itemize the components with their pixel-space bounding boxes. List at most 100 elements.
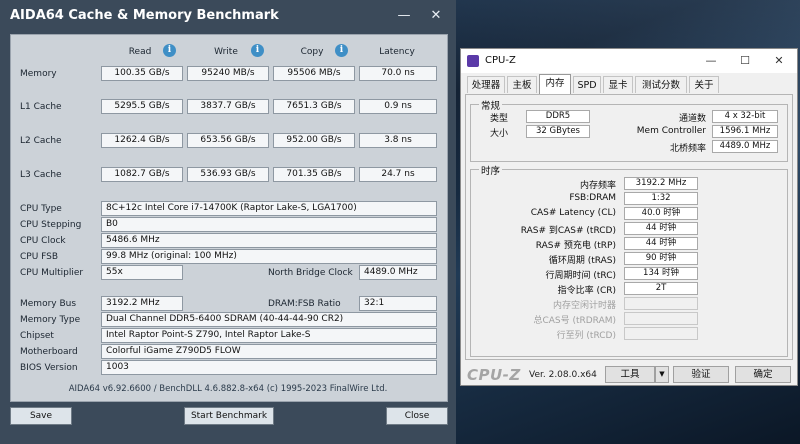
ok-button[interactable]: 确定 xyxy=(735,366,791,383)
mem-controller-value: 1596.1 MHz xyxy=(712,125,778,138)
column-header-read: Read xyxy=(128,47,152,57)
row-to-column-value xyxy=(624,327,698,340)
mem-type-value: DDR5 xyxy=(526,110,590,123)
cpuz-app-icon xyxy=(467,55,479,67)
memory-latency-value: 70.0 ns xyxy=(359,66,437,81)
row-label-l1-cache: L1 Cache xyxy=(20,102,62,112)
window-title: AIDA64 Cache & Memory Benchmark xyxy=(10,8,279,23)
cpuz-minimize-button[interactable]: — xyxy=(699,52,723,70)
tools-dropdown-arrow[interactable]: ▼ xyxy=(655,366,669,383)
start-benchmark-button[interactable]: Start Benchmark xyxy=(184,407,274,425)
motherboard-value: Colorful iGame Z790D5 FLOW xyxy=(101,344,437,359)
cpuz-close-button[interactable]: ✕ xyxy=(767,52,791,70)
dram-idle-timer-value xyxy=(624,297,698,310)
dram-idle-timer-label: 内存空闲计时器 xyxy=(552,301,616,311)
memory-bus-label: Memory Bus xyxy=(20,299,77,309)
memory-bus-value: 3192.2 MHz xyxy=(101,296,183,311)
tras-value: 90 时钟 xyxy=(624,252,698,265)
cpuz-titlebar[interactable]: CPU-Z — ☐ ✕ xyxy=(461,49,797,73)
l1-latency-value: 0.9 ns xyxy=(359,99,437,114)
column-header-copy: Copy xyxy=(300,47,324,57)
fsb-dram-label: FSB:DRAM xyxy=(569,193,616,203)
l2-write-value: 653.56 GB/s xyxy=(187,133,269,148)
trp-value: 44 时钟 xyxy=(624,237,698,250)
cas-latency-value: 40.0 时钟 xyxy=(624,207,698,220)
tab-about[interactable]: 关于 xyxy=(689,76,719,93)
l3-write-value: 536.93 GB/s xyxy=(187,167,269,182)
aida64-titlebar[interactable]: AIDA64 Cache & Memory Benchmark — ✕ xyxy=(0,0,456,34)
north-bridge-clock-value: 4489.0 MHz xyxy=(359,265,437,280)
cpuz-maximize-button[interactable]: ☐ xyxy=(733,52,757,70)
northbridge-freq-label: 北桥频率 xyxy=(669,144,706,154)
trcd-value: 44 时钟 xyxy=(624,222,698,235)
copyright-footer: AIDA64 v6.92.6600 / BenchDLL 4.6.882.8-x… xyxy=(68,384,388,394)
l2-latency-value: 3.8 ns xyxy=(359,133,437,148)
bios-version-value: 1003 xyxy=(101,360,437,375)
total-cas-label: 总CAS号 (tRDRAM) xyxy=(533,316,616,326)
cpu-multiplier-label: CPU Multiplier xyxy=(20,268,84,278)
northbridge-freq-value: 4489.0 MHz xyxy=(712,140,778,153)
tab-mainboard[interactable]: 主板 xyxy=(507,76,537,93)
dram-frequency-label: 内存频率 xyxy=(579,181,616,191)
cpu-type-label: CPU Type xyxy=(20,204,62,214)
cpuz-brand-logo: CPU-Z xyxy=(467,366,521,384)
info-icon-copy[interactable]: i xyxy=(335,44,348,57)
trp-label: RAS# 预充电 (tRP) xyxy=(535,241,616,251)
dram-frequency-value: 3192.2 MHz xyxy=(624,177,698,190)
close-window-button[interactable]: ✕ xyxy=(422,6,450,26)
memory-type-label: Memory Type xyxy=(20,315,81,325)
close-button[interactable]: Close xyxy=(386,407,448,425)
fsb-dram-value: 1:32 xyxy=(624,192,698,205)
command-rate-label: 指令比率 (CR) xyxy=(557,286,616,296)
row-label-memory: Memory xyxy=(20,69,57,79)
tab-bench[interactable]: 测试分数 xyxy=(635,76,687,93)
row-label-l3-cache: L3 Cache xyxy=(20,170,62,180)
memory-tab-content: 常规 类型 DDR5 大小 32 GBytes 通道数 4 x 32-bit M… xyxy=(465,94,793,360)
cpu-stepping-label: CPU Stepping xyxy=(20,220,82,230)
memory-type-value: Dual Channel DDR5-6400 SDRAM (40-44-44-9… xyxy=(101,312,437,327)
cpuz-window: CPU-Z — ☐ ✕ 处理器 主板 内存 SPD 显卡 测试分数 关于 常规 … xyxy=(460,48,798,386)
row-label-l2-cache: L2 Cache xyxy=(20,136,62,146)
l3-read-value: 1082.7 GB/s xyxy=(101,167,183,182)
memory-copy-value: 95506 MB/s xyxy=(273,66,355,81)
north-bridge-clock-label: North Bridge Clock xyxy=(268,268,353,278)
tab-memory[interactable]: 内存 xyxy=(539,74,571,94)
tab-processor[interactable]: 处理器 xyxy=(467,76,505,93)
memory-write-value: 95240 MB/s xyxy=(187,66,269,81)
cpu-clock-label: CPU Clock xyxy=(20,236,66,246)
tools-button[interactable]: 工具 xyxy=(605,366,655,383)
info-icon-write[interactable]: i xyxy=(251,44,264,57)
l1-copy-value: 7651.3 GB/s xyxy=(273,99,355,114)
dram-fsb-ratio-label: DRAM:FSB Ratio xyxy=(268,299,341,309)
cas-latency-label: CAS# Latency (CL) xyxy=(530,208,616,218)
tras-label: 循环周期 (tRAS) xyxy=(548,256,616,266)
total-cas-value xyxy=(624,312,698,325)
general-group-title: 常规 xyxy=(479,98,503,112)
channels-label: 通道数 xyxy=(678,114,706,124)
save-button[interactable]: Save xyxy=(10,407,72,425)
chipset-value: Intel Raptor Point-S Z790, Intel Raptor … xyxy=(101,328,437,343)
cpu-type-value: 8C+12c Intel Core i7-14700K (Raptor Lake… xyxy=(101,201,437,216)
column-header-latency: Latency xyxy=(379,47,415,57)
trc-label: 行周期时间 (tRC) xyxy=(545,271,616,281)
minimize-button[interactable]: — xyxy=(390,6,418,26)
motherboard-label: Motherboard xyxy=(20,347,78,357)
mem-size-label: 大小 xyxy=(489,129,508,139)
cpu-multiplier-value: 55x xyxy=(101,265,183,280)
command-rate-value: 2T xyxy=(624,282,698,295)
bios-version-label: BIOS Version xyxy=(20,363,78,373)
tab-spd[interactable]: SPD xyxy=(573,76,601,93)
dram-fsb-ratio-value: 32:1 xyxy=(359,296,437,311)
cpu-fsb-label: CPU FSB xyxy=(20,252,59,262)
mem-controller-label: Mem Controller xyxy=(636,126,706,136)
chipset-label: Chipset xyxy=(20,331,54,341)
l2-copy-value: 952.00 GB/s xyxy=(273,133,355,148)
validate-button[interactable]: 验证 xyxy=(673,366,729,383)
l3-latency-value: 24.7 ns xyxy=(359,167,437,182)
l3-copy-value: 701.35 GB/s xyxy=(273,167,355,182)
memory-read-value: 100.35 GB/s xyxy=(101,66,183,81)
info-icon-read[interactable]: i xyxy=(163,44,176,57)
tab-graphics[interactable]: 显卡 xyxy=(603,76,633,93)
l1-write-value: 3837.7 GB/s xyxy=(187,99,269,114)
mem-type-label: 类型 xyxy=(489,114,508,124)
